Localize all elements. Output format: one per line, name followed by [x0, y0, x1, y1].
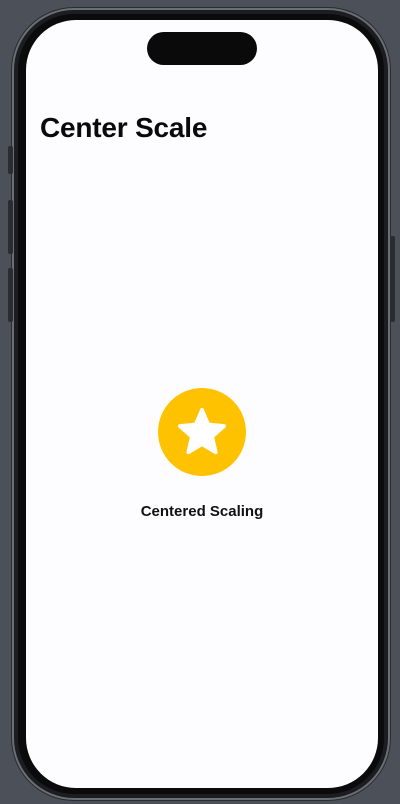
action-button[interactable]	[8, 146, 13, 174]
volume-up-button[interactable]	[8, 200, 13, 254]
app-screen: Center Scale Centered Scaling	[26, 20, 378, 788]
power-button[interactable]	[390, 236, 395, 322]
dynamic-island	[147, 32, 257, 65]
star-badge[interactable]	[158, 388, 246, 476]
volume-down-button[interactable]	[8, 268, 13, 322]
caption-label: Centered Scaling	[140, 503, 264, 520]
page-title: Center Scale	[40, 112, 208, 143]
star-icon	[178, 408, 226, 455]
